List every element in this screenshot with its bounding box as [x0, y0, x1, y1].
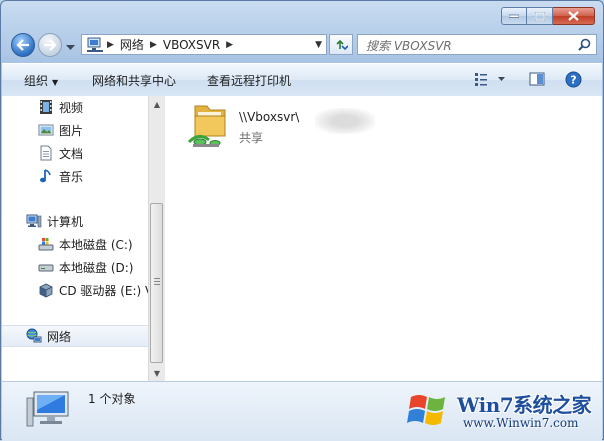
address-row: ▶ 网络 ▶ VBOXSVR ▶ ▼ [9, 31, 597, 59]
command-bar: 组织 ▼ 网络和共享中心 查看远程打印机 ? [2, 63, 602, 97]
share-item[interactable]: \\Vboxsvr\ 共享 [187, 102, 375, 152]
nav-item-label: 视频 [59, 100, 84, 115]
nav-item-videos[interactable]: 视频 [2, 96, 148, 118]
music-library-icon [40, 169, 51, 183]
forward-button[interactable] [38, 33, 62, 57]
share-name: \\Vboxsvr\ [239, 110, 300, 124]
address-bar[interactable]: ▶ 网络 ▶ VBOXSVR ▶ ▼ [81, 34, 327, 55]
nav-item-pictures[interactable]: 图片 [2, 119, 148, 141]
system-drive-icon [38, 238, 54, 251]
breadcrumb-separator[interactable]: ▶ [223, 40, 236, 50]
watermark-url: www.Winwin7.com [463, 416, 579, 430]
nav-item-label: CD 驱动器 (E:) V [59, 283, 148, 298]
close-icon [568, 11, 579, 21]
content-pane: \\Vboxsvr\ 共享 [165, 96, 602, 381]
back-button[interactable] [11, 33, 35, 57]
network-icon [87, 37, 103, 52]
scroll-down-button[interactable]: ▼ [149, 365, 165, 381]
video-library-icon [40, 100, 52, 114]
nav-item-computer[interactable]: 计算机 [2, 210, 148, 232]
panes: 视频 图片 文档 音乐 计算机 本地磁盘 (C:) 本地磁盘 (D:) CD 驱… [2, 96, 602, 381]
scroll-grip [154, 281, 160, 282]
scroll-grip [154, 278, 160, 279]
breadcrumb-separator[interactable]: ▶ [104, 40, 117, 50]
recent-pages-dropdown[interactable] [66, 40, 75, 54]
navigation-pane-scrollbar[interactable]: ▲ ▼ [148, 96, 165, 381]
refresh-button[interactable] [329, 34, 353, 55]
preview-pane-button[interactable] [529, 71, 545, 90]
minimize-button[interactable] [501, 7, 527, 25]
nav-item-documents[interactable]: 文档 [2, 142, 148, 164]
view-options-icon [475, 73, 505, 86]
nav-item-drive-c[interactable]: 本地磁盘 (C:) [2, 233, 148, 255]
preview-pane-icon [529, 72, 545, 86]
cd-drive-icon [39, 283, 53, 298]
breadcrumb-vboxsvr[interactable]: VBOXSVR [160, 38, 223, 52]
nav-item-label: 计算机 [47, 214, 84, 229]
nav-item-drive-d[interactable]: 本地磁盘 (D:) [2, 256, 148, 278]
nav-item-label: 文档 [59, 146, 84, 161]
chevron-down-icon: ▼ [52, 78, 59, 87]
nav-item-music[interactable]: 音乐 [2, 165, 148, 187]
caption-buttons [501, 7, 595, 25]
organize-menu-button[interactable]: 组织 ▼ [24, 72, 58, 89]
watermark-title: Win7系统之家 [457, 393, 592, 417]
help-button[interactable]: ? [565, 71, 582, 91]
view-remote-printers-button[interactable]: 查看远程打印机 [207, 72, 291, 89]
nav-item-label: 本地磁盘 (C:) [59, 237, 133, 252]
change-view-button[interactable] [474, 71, 508, 90]
documents-library-icon [40, 145, 52, 161]
nav-item-label: 图片 [59, 123, 84, 138]
nav-item-cd-drive[interactable]: CD 驱动器 (E:) V [2, 279, 148, 301]
arrow-left-icon [16, 39, 29, 51]
nav-item-label: 本地磁盘 (D:) [59, 260, 134, 275]
watermark: Win7系统之家 www.Winwin7.com [405, 379, 603, 437]
chevron-down-icon [66, 45, 75, 50]
computer-icon [26, 391, 69, 427]
search-box[interactable] [357, 34, 597, 55]
navigation-pane: 视频 图片 文档 音乐 计算机 本地磁盘 (C:) 本地磁盘 (D:) CD 驱… [2, 96, 148, 381]
scroll-grip [154, 284, 160, 285]
breadcrumb-separator[interactable]: ▶ [147, 40, 160, 50]
maximize-button[interactable] [527, 7, 553, 25]
refresh-icon [336, 39, 348, 50]
maximize-icon [534, 11, 545, 21]
arrow-right-icon [44, 39, 57, 51]
help-icon: ? [565, 71, 582, 88]
nav-item-label: 音乐 [59, 169, 84, 184]
network-share-folder-icon [187, 105, 226, 147]
scroll-thumb[interactable] [150, 203, 163, 363]
close-button[interactable] [553, 7, 595, 25]
search-icon[interactable] [578, 38, 591, 51]
search-input[interactable] [364, 36, 568, 55]
redacted-text [315, 108, 375, 134]
minimize-icon [509, 14, 519, 18]
organize-label: 组织 [24, 74, 49, 88]
scroll-up-button[interactable]: ▲ [149, 96, 165, 112]
address-dropdown[interactable]: ▼ [315, 40, 322, 50]
windows-logo-icon [407, 395, 445, 425]
pictures-library-icon [38, 124, 54, 136]
nav-item-network[interactable]: 网络 [2, 325, 148, 347]
breadcrumb-network[interactable]: 网络 [117, 36, 147, 53]
item-count: 1 个对象 [88, 392, 136, 406]
nav-item-label: 网络 [47, 329, 72, 344]
network-icon [26, 328, 42, 343]
drive-icon [38, 264, 54, 272]
explorer-window: ▶ 网络 ▶ VBOXSVR ▶ ▼ 组织▼ 网络和共享中心 查看远程打印机 [0, 0, 604, 441]
computer-icon [26, 214, 42, 228]
share-type: 共享 [239, 131, 264, 145]
network-sharing-center-button[interactable]: 网络和共享中心 [92, 72, 176, 89]
svg-text:?: ? [570, 74, 576, 87]
